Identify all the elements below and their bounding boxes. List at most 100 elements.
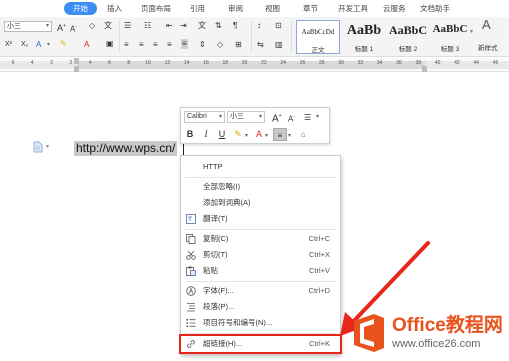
chevron-down-icon: ▾ — [265, 133, 269, 139]
menu-item-paste[interactable]: 粘贴 Ctrl+V — [181, 263, 340, 279]
grow-font-glyph: A — [272, 113, 279, 125]
paragraph-icon — [187, 303, 195, 312]
style-heading-3[interactable]: AaBbC 标题 3 — [430, 20, 470, 54]
style-preview: AaBbC — [432, 23, 468, 35]
mini-font-color-button[interactable]: A — [254, 128, 264, 141]
sort-icon[interactable]: ⇅ — [215, 21, 222, 31]
tab-insert[interactable]: 插入 — [107, 3, 122, 15]
office-logo-icon — [354, 314, 384, 352]
bullet-list-icon[interactable]: ☰ — [124, 21, 131, 31]
hyperlink-highlight-box — [179, 334, 342, 354]
ruler-number: 10 — [145, 60, 151, 66]
menu-item-label: 段落(P)... — [203, 302, 235, 311]
align-center-icon[interactable]: ≡ — [139, 40, 144, 50]
menu-item-http-suggestion[interactable]: HTTP — [181, 159, 340, 175]
mini-align-icon[interactable]: ≡ — [273, 128, 287, 141]
style-name: 标题 1 — [354, 46, 374, 53]
superscript-icon[interactable]: X² — [5, 40, 12, 50]
menu-item-cut[interactable]: 剪切(T) Ctrl+X — [181, 247, 340, 263]
menu-item-copy[interactable]: 复制(C) Ctrl+C — [181, 231, 340, 247]
ruler-number: 26 — [299, 60, 306, 66]
font-color-icon[interactable]: A — [36, 40, 41, 50]
subscript-icon[interactable]: X₂ — [21, 40, 28, 50]
menu-item-translate[interactable]: 翻译(T) — [181, 211, 340, 227]
distributed-align-icon[interactable]: ≡ — [181, 39, 188, 49]
menu-item-add-to-dictionary[interactable]: 添加到词典(A) — [181, 195, 340, 211]
show-marks-icon[interactable]: ¶ — [233, 21, 237, 31]
columns-icon[interactable]: ▥ — [275, 40, 283, 50]
chevron-down-icon[interactable]: ▾ — [470, 27, 473, 37]
menu-item-ignore-all[interactable]: 全部忽略(I) — [181, 179, 340, 195]
phonetic-icon[interactable]: 文 — [104, 21, 112, 31]
chinese-layout-icon[interactable]: 文 — [198, 21, 206, 31]
chevron-down-icon: ▾ — [47, 42, 51, 48]
char-border-icon[interactable]: ▣ — [106, 39, 114, 49]
menu-item-label: 全部忽略(I) — [203, 182, 241, 191]
first-line-indent-marker[interactable] — [74, 58, 79, 64]
ruler-number: 4 — [30, 60, 34, 66]
decrease-indent-icon[interactable]: ⇤ — [166, 21, 173, 31]
style-heading-2[interactable]: AaBbC 标题 2 — [386, 20, 430, 54]
para-spacing-icon[interactable]: ↕ — [257, 21, 261, 31]
text-direction-icon[interactable]: ⇆ — [257, 40, 264, 50]
tab-view[interactable]: 视图 — [265, 3, 280, 15]
tab-review[interactable]: 审阅 — [228, 3, 243, 15]
increase-indent-icon[interactable]: ⇥ — [180, 21, 187, 31]
mini-bold-button[interactable]: B — [185, 128, 195, 141]
paragraph-handle-icon[interactable] — [33, 141, 44, 153]
mini-shrink-font-button[interactable]: A- — [288, 111, 295, 124]
mini-underline-button[interactable]: U — [217, 128, 227, 141]
new-style-label[interactable]: 新样式 — [478, 44, 498, 54]
highlight-pen-icon[interactable]: ✎ — [60, 39, 67, 49]
tab-developer[interactable]: 开发工具 — [338, 3, 368, 15]
left-indent-marker[interactable] — [74, 66, 79, 72]
tab-doc-assistant[interactable]: 文档助手 — [420, 3, 450, 15]
ruler-number: 8 — [127, 60, 131, 66]
tab-chapter[interactable]: 章节 — [303, 3, 318, 15]
text-color-icon[interactable]: A — [84, 40, 89, 50]
style-heading-1[interactable]: AaBb 标题 1 — [342, 20, 386, 54]
horizontal-ruler[interactable]: 6 4 2 2 4 6 8 10 12 14 16 18 20 22 24 26 28 30 32 34 36 38 40 4… — [0, 58, 509, 72]
mini-italic-button[interactable]: I — [201, 128, 211, 141]
align-right-icon[interactable]: ≡ — [153, 40, 158, 50]
ruler-number: 22 — [261, 60, 267, 66]
shrink-font-icon[interactable]: A- — [70, 22, 77, 35]
borders-icon[interactable]: ⊞ — [235, 40, 242, 50]
tab-stops-icon[interactable]: ⊡ — [275, 21, 282, 31]
number-list-icon[interactable]: ☷ — [144, 21, 151, 31]
clear-format-icon[interactable]: ◇ — [89, 21, 95, 31]
right-indent-marker[interactable] — [422, 66, 427, 72]
context-menu: HTTP 全部忽略(I) 添加到词典(A) 翻译(T) 复制(C) Ctrl+C… — [180, 155, 341, 355]
tab-page-layout[interactable]: 页面布局 — [141, 3, 171, 15]
tab-cloud[interactable]: 云服务 — [383, 3, 406, 15]
mini-font-name-combo[interactable]: Calibri ▾ — [184, 111, 225, 123]
style-normal[interactable]: AaBbCcDd 正文 — [296, 20, 340, 54]
justify-icon[interactable]: ≡ — [167, 40, 172, 50]
copy-icon — [186, 234, 196, 244]
menu-item-label: 粘贴 — [203, 266, 218, 275]
ruler-number: 40 — [434, 60, 441, 66]
selected-url-text[interactable]: http://www.wps.cn/ — [74, 141, 178, 156]
menu-item-font[interactable]: 字体(F)... Ctrl+D — [181, 283, 340, 299]
style-preview: AaBbCcDd — [301, 28, 335, 36]
chevron-down-icon: ▾ — [258, 114, 262, 120]
mini-grow-font-button[interactable]: A+ — [272, 110, 282, 125]
mini-font-size-combo[interactable]: 小三 ▾ — [227, 111, 265, 123]
mini-highlight-pen-icon[interactable]: ✎ — [232, 128, 244, 141]
new-style-icon[interactable]: A — [482, 18, 491, 31]
line-spacing-icon[interactable]: ⇕ — [199, 40, 206, 50]
mini-format-painter-icon[interactable]: ⌂ — [297, 128, 309, 141]
align-left-icon[interactable]: ≡ — [124, 40, 129, 50]
menu-item-bullets-numbering[interactable]: 项目符号和编号(N)... — [181, 315, 340, 331]
tab-references[interactable]: 引用 — [190, 3, 205, 15]
mini-line-spacing-icon[interactable]: ☰ — [304, 111, 311, 124]
font-size-combo[interactable]: 小三 ▾ — [4, 21, 52, 32]
menu-item-paragraph[interactable]: 段落(P)... — [181, 299, 340, 315]
tab-home[interactable]: 开始 — [64, 2, 97, 15]
menu-item-shortcut: Ctrl+C — [308, 234, 330, 243]
ribbon-tabs: 开始 插入 页面布局 引用 审阅 视图 章节 开发工具 云服务 文档助手 — [0, 0, 509, 17]
watermark-url: www.office26.com — [392, 338, 481, 350]
shading-icon[interactable]: ◇ — [217, 40, 223, 50]
chevron-down-icon: ▾ — [218, 114, 222, 120]
grow-font-icon[interactable]: A+ — [57, 21, 66, 33]
